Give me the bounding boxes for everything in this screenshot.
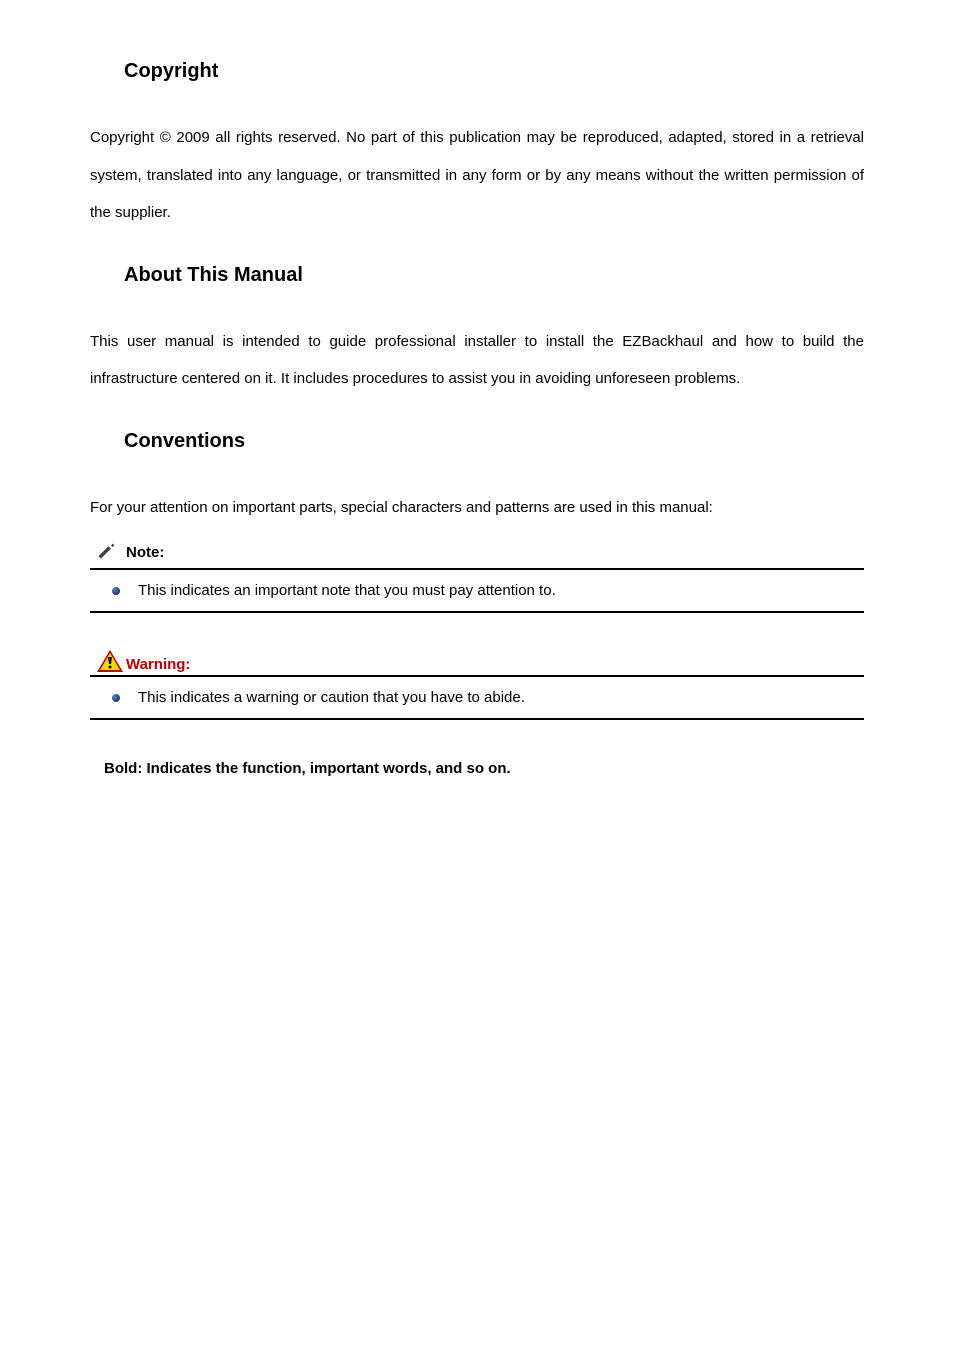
conventions-heading: Conventions [124, 430, 864, 453]
warning-callout: Warning: This indicates a warning or cau… [90, 643, 864, 720]
note-label: Note: [126, 544, 164, 561]
about-heading: About This Manual [124, 264, 864, 287]
warning-text: This indicates a warning or caution that… [138, 689, 525, 706]
note-text: This indicates an important note that yo… [138, 582, 556, 599]
copyright-heading: Copyright [124, 60, 864, 83]
warning-body: This indicates a warning or caution that… [90, 677, 864, 720]
conventions-body: For your attention on important parts, s… [90, 489, 864, 527]
warning-label: Warning: [126, 656, 190, 673]
warning-triangle-icon [96, 649, 124, 673]
bullet-icon [112, 587, 120, 595]
copyright-body: Copyright © 2009 all rights reserved. No… [90, 119, 864, 232]
bullet-icon [112, 694, 120, 702]
document-content: Copyright Copyright © 2009 all rights re… [90, 60, 864, 777]
bold-indication: Bold: Indicates the function, important … [104, 760, 864, 777]
about-body: This user manual is intended to guide pr… [90, 323, 864, 398]
note-body: This indicates an important note that yo… [90, 570, 864, 613]
note-header: Note: [90, 536, 864, 570]
pencil-icon [96, 542, 116, 562]
note-callout: Note: This indicates an important note t… [90, 536, 864, 613]
warning-header: Warning: [90, 643, 864, 677]
